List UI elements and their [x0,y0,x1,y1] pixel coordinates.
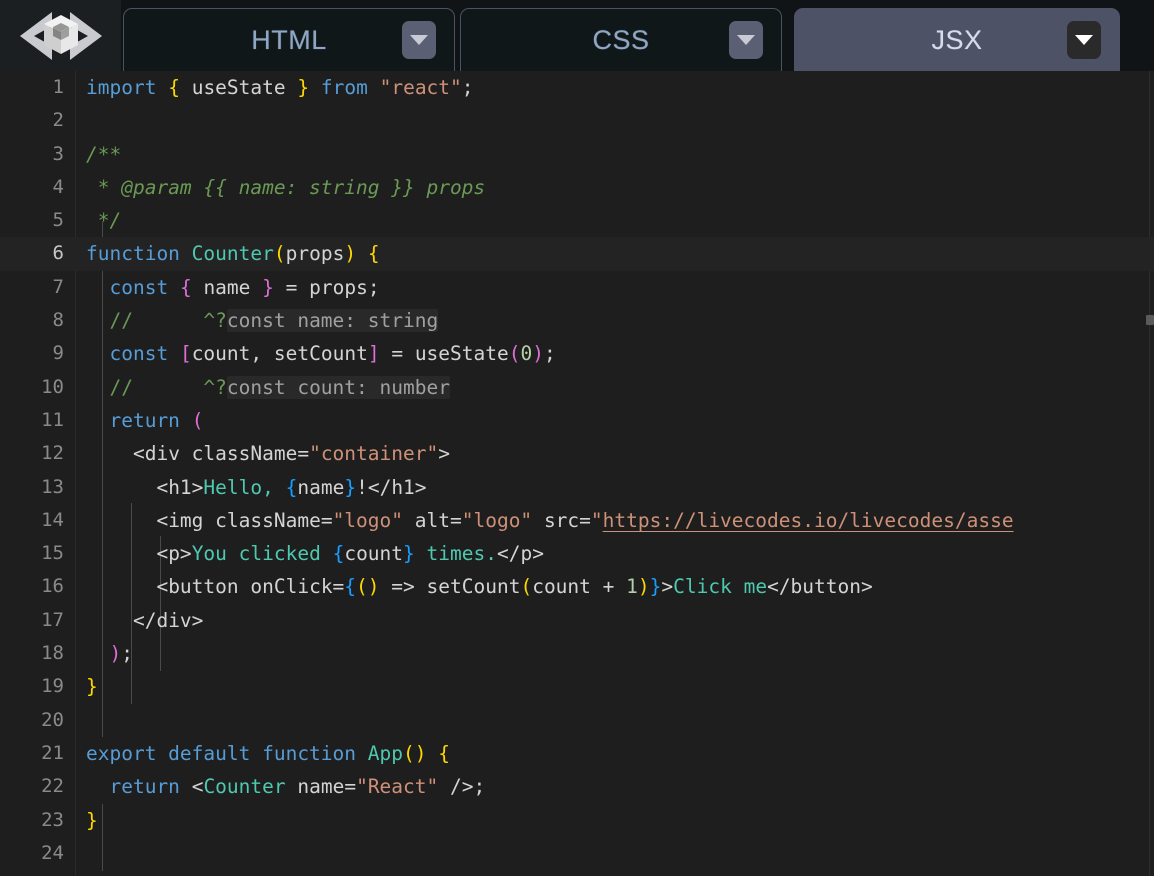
code-line[interactable]: 2 [0,104,1154,137]
chevron-down-icon [1075,35,1093,45]
line-number: 4 [0,171,64,204]
code-line-content: return ( [86,404,203,437]
code-line-content: function Counter(props) { [86,237,380,270]
code-line[interactable]: 4 * @param {{ name: string }} props [0,171,1154,204]
code-line-content: <p>You clicked {count} times.</p> [86,537,544,570]
line-number: 15 [0,537,64,570]
tab-html-label: HTML [251,25,327,56]
tab-html-dropdown-button[interactable] [402,21,436,59]
line-number: 9 [0,337,64,370]
code-line[interactable]: 23 } [0,804,1154,837]
line-number: 7 [0,271,64,304]
code-line-content: /** [86,138,121,171]
code-line[interactable]: 10 // ^?const count: number [0,371,1154,404]
chevron-down-icon [737,35,755,45]
code-line-content: import { useState } from "react"; [86,71,474,104]
code-line[interactable]: 14 <img className="logo" alt="logo" src=… [0,504,1154,537]
code-line[interactable]: 20 [0,704,1154,737]
code-line[interactable]: 13 <h1>Hello, {name}!</h1> [0,471,1154,504]
line-number: 5 [0,204,64,237]
code-line-content: <img className="logo" alt="logo" src="ht… [86,504,1014,537]
code-line-content: ); [86,637,133,670]
code-line[interactable]: 17 </div> [0,604,1154,637]
code-line[interactable]: 3 /** [0,138,1154,171]
line-number: 23 [0,804,64,837]
code-line-content: <div className="container"> [86,437,450,470]
code-line-content: } [86,804,98,837]
line-number: 8 [0,304,64,337]
code-line[interactable]: 24 [0,837,1154,870]
code-line-content: const [count, setCount] = useState(0); [86,337,556,370]
livecodes-cube-brackets-logo [18,8,104,64]
line-number: 18 [0,637,64,670]
code-line[interactable]: 5 */ [0,204,1154,237]
code-line-content: <button onClick={() => setCount(count + … [86,570,873,603]
line-number: 10 [0,371,64,404]
line-number: 19 [0,670,64,703]
tab-jsx-dropdown-button[interactable] [1067,21,1101,59]
tab-css-dropdown-button[interactable] [729,21,763,59]
code-line[interactable]: 8 // ^?const name: string [0,304,1154,337]
code-line-content: return <Counter name="React" />; [86,770,485,803]
code-line-current[interactable]: 6 function Counter(props) { [0,237,1154,270]
code-line-content: */ [86,204,121,237]
source-url-link[interactable]: https://livecodes.io/livecodes/asse [603,509,1014,532]
line-number: 12 [0,437,64,470]
app-logo[interactable] [0,0,121,71]
line-number: 6 [0,237,64,270]
code-line[interactable]: 9 const [count, setCount] = useState(0); [0,337,1154,370]
chevron-down-icon [410,35,428,45]
line-number: 17 [0,604,64,637]
line-number: 14 [0,504,64,537]
code-line[interactable]: 11 return ( [0,404,1154,437]
tab-css[interactable]: CSS [460,8,782,71]
code-line-content: } [86,670,98,703]
line-number: 3 [0,138,64,171]
code-line-content: // ^?const name: string [86,304,438,337]
tab-html[interactable]: HTML [123,8,455,71]
code-line[interactable]: 12 <div className="container"> [0,437,1154,470]
code-line-content: </div> [86,604,203,637]
inlay-hint: const name: string [227,309,438,332]
code-editor[interactable]: 1 import { useState } from "react"; 2 3 … [0,71,1154,876]
code-area[interactable]: 1 import { useState } from "react"; 2 3 … [0,71,1154,876]
code-line[interactable]: 16 <button onClick={() => setCount(count… [0,570,1154,603]
code-line[interactable]: 19 } [0,670,1154,703]
code-line[interactable]: 18 ); [0,637,1154,670]
code-line-content: // ^?const count: number [86,371,450,404]
code-line[interactable]: 21 export default function App() { [0,737,1154,770]
editor-tab-bar: HTML CSS JSX [0,0,1154,71]
line-number: 20 [0,704,64,737]
line-number: 13 [0,471,64,504]
tab-jsx-label: JSX [931,25,982,56]
code-line[interactable]: 1 import { useState } from "react"; [0,71,1154,104]
tab-css-label: CSS [592,25,649,56]
line-number: 1 [0,71,64,104]
line-number: 24 [0,837,64,870]
inlay-hint: const count: number [227,376,450,399]
code-line[interactable]: 15 <p>You clicked {count} times.</p> [0,537,1154,570]
code-line[interactable]: 22 return <Counter name="React" />; [0,770,1154,803]
code-line-content: * @param {{ name: string }} props [86,171,485,204]
code-line[interactable]: 7 const { name } = props; [0,271,1154,304]
line-number: 22 [0,770,64,803]
code-line-content: const { name } = props; [86,271,380,304]
line-number: 16 [0,570,64,603]
line-number: 21 [0,737,64,770]
code-line-content: export default function App() { [86,737,450,770]
line-number: 2 [0,104,64,137]
tab-jsx[interactable]: JSX [794,8,1120,71]
code-line-content: <h1>Hello, {name}!</h1> [86,471,427,504]
line-number: 11 [0,404,64,437]
